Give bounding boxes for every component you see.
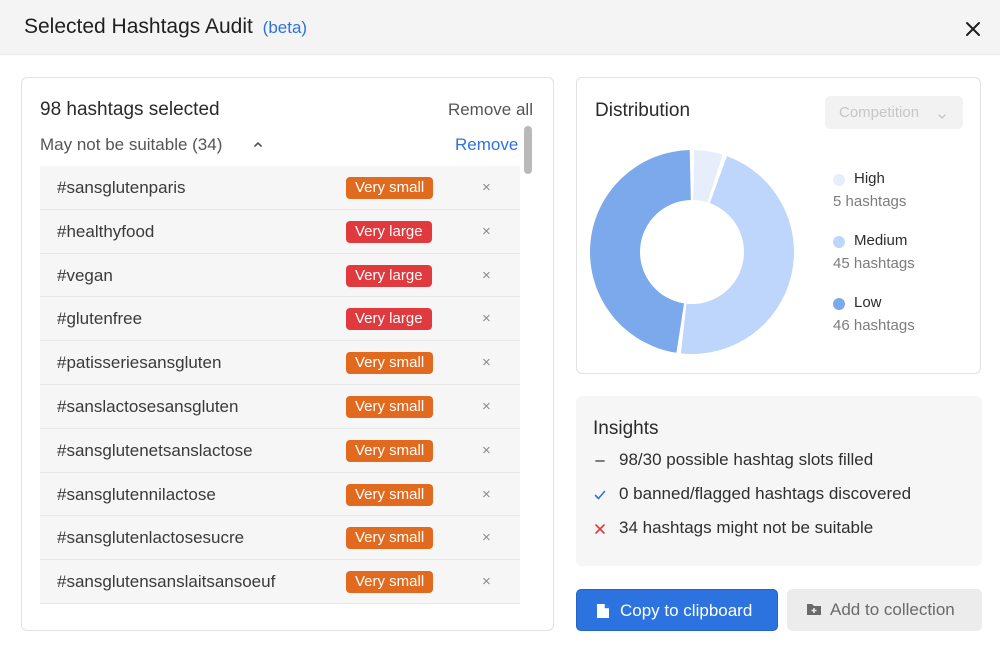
remove-all-button[interactable]: Remove all <box>448 100 533 120</box>
remove-hashtag-icon[interactable]: × <box>482 310 491 327</box>
hashtag-row: #glutenfree Very large × <box>40 297 520 342</box>
legend-name: Medium <box>854 232 908 249</box>
size-badge: Very small <box>346 352 434 375</box>
insight-item: 98/30 possible hashtag slots filled <box>593 450 973 474</box>
remove-hashtag-icon[interactable]: × <box>482 486 491 503</box>
remove-hashtag-icon[interactable]: × <box>482 529 491 546</box>
insights-panel: Insights 98/30 possible hashtag slots fi… <box>576 396 982 566</box>
insight-text: 34 hashtags might not be suitable <box>619 518 874 537</box>
dialog-title: Selected Hashtags Audit (beta) <box>24 15 307 39</box>
group-title[interactable]: May not be suitable (34) <box>40 135 222 155</box>
scrollbar-thumb[interactable] <box>524 126 532 174</box>
size-badge: Very small <box>346 527 434 550</box>
remove-hashtag-icon[interactable]: × <box>482 398 491 415</box>
hashtag-name: #sansglutenparis <box>57 178 186 197</box>
size-badge: Very small <box>346 177 434 199</box>
insight-item: 34 hashtags might not be suitable <box>593 518 973 542</box>
insights-title: Insights <box>593 418 659 439</box>
folder-add-icon <box>806 602 821 618</box>
cross-icon <box>593 522 607 536</box>
hashtag-row: #vegan Very large × <box>40 253 520 298</box>
hashtag-row: #sanslactosesansgluten Very small × <box>40 384 520 429</box>
distribution-filter-select[interactable]: Competition <box>825 96 963 129</box>
hashtag-name: #healthyfood <box>57 221 155 241</box>
copy-to-clipboard-button[interactable]: Copy to clipboard <box>576 589 778 631</box>
size-badge: Very small <box>346 439 434 462</box>
add-button-label: Add to collection <box>830 600 955 619</box>
legend-name: Low <box>854 294 882 311</box>
check-icon <box>593 488 607 502</box>
hashtag-name: #sansglutenlactosesucre <box>57 528 245 548</box>
dialog-title-text: Selected Hashtags Audit <box>24 15 253 38</box>
selected-hashtags-panel: 98 hashtags selected Remove all May not … <box>21 77 554 631</box>
legend-dot <box>833 174 845 186</box>
hashtag-row: #sansglutennilactose Very small × <box>40 472 520 517</box>
size-badge: Very large <box>346 220 432 243</box>
copy-button-label: Copy to clipboard <box>620 601 753 620</box>
legend-item: Medium 45 hashtags <box>833 232 973 294</box>
remove-hashtag-icon[interactable]: × <box>482 267 491 284</box>
hashtag-row: #sansglutensanslaitsansoeuf Very small × <box>40 560 520 604</box>
hashtag-name: #sansglutensanslaitsansoeuf <box>57 572 276 592</box>
hashtag-name: #sansglutennilactose <box>57 484 216 504</box>
dash-icon <box>593 454 607 468</box>
legend-name: High <box>854 170 885 187</box>
legend-item: Low 46 hashtags <box>833 294 973 356</box>
hashtag-row: #sansglutenparis Very small × <box>40 166 520 210</box>
hashtag-name: #sansglutenetsanslactose <box>57 440 253 460</box>
hashtag-name: #glutenfree <box>57 309 143 329</box>
distribution-title: Distribution <box>595 100 691 121</box>
chevron-down-icon <box>937 108 947 119</box>
legend-dot <box>833 236 845 248</box>
hashtag-list: #sansglutenparis Very small × #healthyfood V… <box>40 166 520 604</box>
donut-slice-low <box>589 150 691 353</box>
dialog-header: Selected Hashtags Audit (beta) <box>0 0 1000 55</box>
legend-dot <box>833 298 845 310</box>
distribution-legend: High 5 hashtags Medium 45 hashtags Low 46 has… <box>833 170 973 356</box>
size-badge: Very small <box>346 395 434 418</box>
insight-text: 0 banned/flagged hashtags discovered <box>619 484 912 503</box>
legend-count: 5 hashtags <box>833 193 907 210</box>
hashtag-row: #sansglutenlactosesucre Very small × <box>40 516 520 561</box>
size-badge: Very small <box>346 571 434 594</box>
size-badge: Very large <box>346 308 432 331</box>
add-to-collection-button[interactable]: Add to collection <box>787 589 982 631</box>
close-icon[interactable] <box>960 16 986 42</box>
remove-group-button[interactable]: Remove <box>455 135 518 155</box>
select-value: Competition <box>839 104 920 121</box>
remove-hashtag-icon[interactable]: × <box>482 179 491 196</box>
hashtag-name: #sanslactosesansgluten <box>57 396 239 416</box>
hashtag-row: #patisseriesansgluten Very small × <box>40 341 520 385</box>
size-badge: Very large <box>346 264 432 287</box>
hashtag-name: #vegan <box>57 265 113 285</box>
beta-label: (beta) <box>262 18 308 37</box>
remove-hashtag-icon[interactable]: × <box>482 442 491 459</box>
insight-text: 98/30 possible hashtag slots filled <box>619 450 874 469</box>
distribution-donut-chart <box>589 150 794 354</box>
scrollbar[interactable] <box>523 124 534 614</box>
insight-item: 0 banned/flagged hashtags discovered <box>593 484 973 508</box>
selected-count: 98 hashtags selected <box>40 99 220 120</box>
clipboard-icon <box>596 603 610 619</box>
hashtag-name: #patisseriesansgluten <box>57 353 222 373</box>
distribution-panel: Distribution Competition High 5 hashtags M… <box>576 77 981 374</box>
legend-count: 46 hashtags <box>833 317 915 334</box>
legend-item: High 5 hashtags <box>833 170 973 232</box>
size-badge: Very small <box>346 483 434 506</box>
hashtag-row: #healthyfood Very large × <box>40 209 520 254</box>
chevron-up-icon[interactable] <box>252 137 264 149</box>
remove-hashtag-icon[interactable]: × <box>482 223 491 240</box>
remove-hashtag-icon[interactable]: × <box>482 354 491 371</box>
hashtag-row: #sansglutenetsanslactose Very small × <box>40 428 520 473</box>
remove-hashtag-icon[interactable]: × <box>482 573 491 590</box>
legend-count: 45 hashtags <box>833 255 915 272</box>
